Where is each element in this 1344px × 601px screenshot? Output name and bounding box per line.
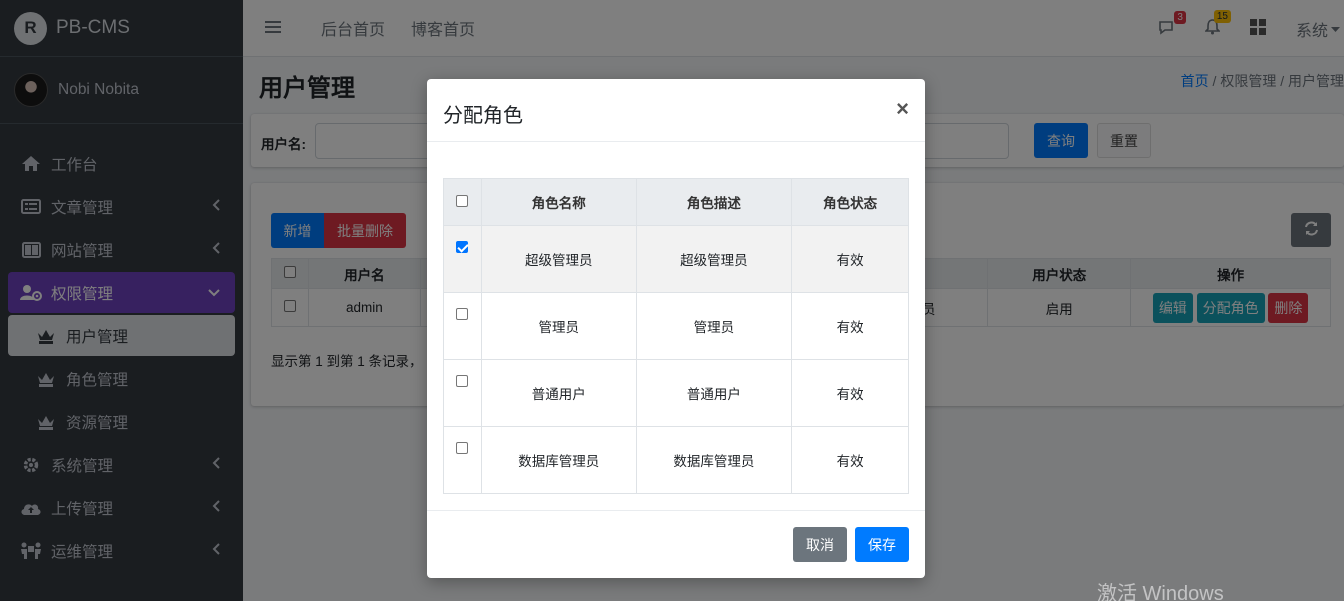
cell-role-name: 普通用户 <box>480 359 637 427</box>
row-select-cell <box>443 225 482 293</box>
modal-footer: 取消 保存 <box>427 510 925 578</box>
close-icon[interactable]: × <box>896 98 909 120</box>
role-checkbox[interactable] <box>456 308 469 320</box>
select-all-cell <box>443 178 482 226</box>
modal-body: 角色名称 角色描述 角色状态 超级管理员 超级管理员 有效 管理员 管理员 有效… <box>443 178 909 494</box>
cell-role-status: 有效 <box>791 225 909 293</box>
table-row[interactable]: 管理员 管理员 有效 <box>443 292 909 360</box>
windows-activation-watermark: 激活 Windows <box>1097 583 1224 601</box>
column-header-role-desc: 角色描述 <box>635 178 793 226</box>
cell-role-name: 管理员 <box>480 292 637 360</box>
cell-role-status: 有效 <box>791 292 909 360</box>
table-row[interactable]: 超级管理员 超级管理员 有效 <box>443 225 909 293</box>
row-select-cell <box>443 426 482 494</box>
row-select-cell <box>443 359 482 427</box>
table-row[interactable]: 数据库管理员 数据库管理员 有效 <box>443 426 909 494</box>
column-header-role-status: 角色状态 <box>791 178 909 226</box>
cell-role-name: 数据库管理员 <box>480 426 637 494</box>
cell-role-desc: 管理员 <box>635 292 793 360</box>
select-all-roles-checkbox[interactable] <box>456 194 469 207</box>
assign-role-modal: 分配角色 × 角色名称 角色描述 角色状态 超级管理员 超级管理员 有效 管理员… <box>427 79 925 578</box>
column-header-role-name: 角色名称 <box>480 178 637 226</box>
row-select-cell <box>443 292 482 360</box>
cell-role-status: 有效 <box>791 426 909 494</box>
table-header-row: 角色名称 角色描述 角色状态 <box>443 178 909 226</box>
modal-header: 分配角色 × <box>427 79 925 142</box>
cell-role-name: 超级管理员 <box>480 225 637 293</box>
cell-role-status: 有效 <box>791 359 909 427</box>
cell-role-desc: 超级管理员 <box>635 225 793 293</box>
modal-title: 分配角色 <box>443 105 523 127</box>
cell-role-desc: 普通用户 <box>635 359 793 427</box>
cancel-button[interactable]: 取消 <box>793 527 847 562</box>
role-checkbox[interactable] <box>456 442 469 454</box>
role-table: 角色名称 角色描述 角色状态 超级管理员 超级管理员 有效 管理员 管理员 有效… <box>443 178 909 494</box>
save-button[interactable]: 保存 <box>855 527 909 562</box>
table-row[interactable]: 普通用户 普通用户 有效 <box>443 359 909 427</box>
role-checkbox[interactable] <box>456 375 469 387</box>
role-checkbox[interactable] <box>456 241 469 253</box>
cell-role-desc: 数据库管理员 <box>635 426 793 494</box>
